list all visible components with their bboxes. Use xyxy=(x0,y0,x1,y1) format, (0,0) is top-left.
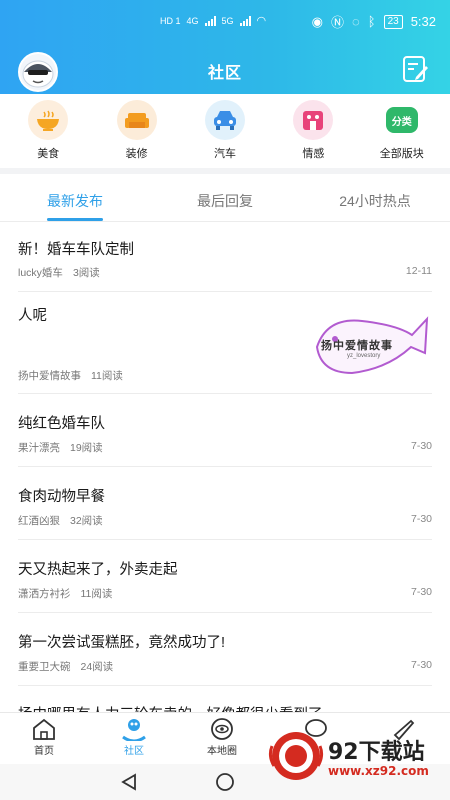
post-reads: 11阅读 xyxy=(91,370,123,382)
post-reads: 3阅读 xyxy=(72,267,100,279)
back-icon xyxy=(121,773,136,791)
home-circle-icon xyxy=(216,773,234,791)
status-bar: HD 1 4G 5G ◠ ◉ Ⓝ ◌ ᛒ 23 5:32 xyxy=(0,0,450,40)
post-thumbnail[interactable]: 扬中爱情故事 yz_lovestory xyxy=(307,307,432,387)
category-food[interactable]: 美食 xyxy=(8,94,88,168)
post-author: 扬中爱情故事 xyxy=(18,370,81,382)
nav-label: 本地圈 xyxy=(207,746,237,757)
car-icon xyxy=(204,100,245,140)
watermark-logo xyxy=(268,732,324,780)
post-list: 新！婚车车队定制 lucky婚车 3阅读 12-11 人呢 扬中爱情故事 11阅… xyxy=(0,222,450,712)
mute-icon: ◌ xyxy=(352,14,360,29)
post-title: 人呢 xyxy=(18,308,47,324)
network-tag-4g: 4G xyxy=(186,15,199,26)
post-date: 7-30 xyxy=(410,586,432,598)
category-label: 汽车 xyxy=(213,148,236,160)
post-title: 第一次尝试蛋糕胚，竟然成功了! xyxy=(18,635,226,651)
post-reads: 32阅读 xyxy=(70,515,103,527)
category-label: 装修 xyxy=(125,148,148,160)
clock: 5:32 xyxy=(410,14,436,29)
list-item[interactable]: 食肉动物早餐 红酒凶狠 32阅读 7-30 xyxy=(18,467,432,540)
post-reads: 24阅读 xyxy=(80,661,114,673)
post-title: 天又热起来了，外卖走起 xyxy=(18,562,178,578)
category-badge: 分类 xyxy=(385,107,418,133)
post-author: 红酒凶狠 xyxy=(18,515,60,527)
list-item[interactable]: 扬中哪里有人力三轮车卖的，好像都很少看到了 xyxy=(18,686,432,712)
post-meta: 果汁漂亮 19阅读 xyxy=(18,440,103,455)
post-reads: 19阅读 xyxy=(70,442,103,454)
status-left: HD 1 4G 5G ◠ xyxy=(160,14,266,27)
nfc-icon: Ⓝ xyxy=(331,15,345,30)
bowl-icon xyxy=(28,100,69,140)
eye-icon xyxy=(211,718,233,740)
signal-icon-2 xyxy=(239,15,251,26)
post-date: 12-11 xyxy=(405,265,432,277)
tab-last-reply[interactable]: 最后回复 xyxy=(150,174,300,221)
category-icon: 分类 xyxy=(381,100,422,140)
post-title: 纯红色婚车队 xyxy=(18,416,105,432)
watermark-url: www.xz92.com xyxy=(328,764,429,778)
top-bar: HD 1 4G 5G ◠ ◉ Ⓝ ◌ ᛒ 23 5:32 社区 xyxy=(0,0,450,94)
battery-icon: 23 xyxy=(383,14,403,29)
category-emotion[interactable]: 情感 xyxy=(273,94,353,168)
post-author: 果汁漂亮 xyxy=(18,442,60,454)
post-title: 扬中哪里有人力三轮车卖的，好像都很少看到了 xyxy=(18,703,323,712)
post-reads: 11阅读 xyxy=(80,588,113,600)
post-author: lucky婚车 xyxy=(18,267,63,279)
face-icon xyxy=(293,100,334,140)
post-meta: 红酒凶狠 32阅读 xyxy=(18,513,103,528)
post-title: 食肉动物早餐 xyxy=(18,489,105,505)
category-label: 全部版块 xyxy=(379,148,424,160)
nav-label: 首页 xyxy=(34,746,54,757)
home-icon xyxy=(33,718,55,740)
list-item[interactable]: 天又热起来了，外卖走起 潇洒方衬衫 11阅读 7-30 xyxy=(18,540,432,613)
list-item[interactable]: 第一次尝试蛋糕胚，竟然成功了! 重要卫大碗 24阅读 7-30 xyxy=(18,613,432,686)
category-label: 情感 xyxy=(302,148,325,160)
page-title: 社区 xyxy=(207,65,242,82)
category-label: 美食 xyxy=(37,148,60,160)
wifi-icon: ◠ xyxy=(256,15,267,27)
category-car[interactable]: 汽车 xyxy=(185,94,265,168)
bluetooth-icon: ᛒ xyxy=(367,14,376,29)
community-icon xyxy=(122,719,146,741)
list-item[interactable]: 新！婚车车队定制 lucky婚车 3阅读 12-11 xyxy=(18,222,432,292)
thumbnail-title: 扬中爱情故事 xyxy=(321,340,393,352)
tab-latest[interactable]: 最新发布 xyxy=(0,174,150,221)
status-right: ◉ Ⓝ ◌ ᛒ 23 5:32 xyxy=(312,12,436,31)
post-author: 重要卫大碗 xyxy=(18,661,71,673)
list-item[interactable]: 人呢 扬中爱情故事 11阅读 扬中爱情故事 yz_lovestory xyxy=(18,292,432,394)
sim1-tag: HD 1 xyxy=(160,15,181,26)
network-tag-5g: 5G xyxy=(221,15,234,26)
category-all[interactable]: 分类 全部版块 xyxy=(362,94,442,168)
category-row: 美食 装修 汽车 情感 分类 全部版块 xyxy=(0,94,450,168)
watermark-text: 92下载站 xyxy=(328,740,425,765)
watermark: 92下载站 www.xz92.com xyxy=(268,730,450,782)
nav-community[interactable]: 社区 xyxy=(104,717,164,757)
edit-icon xyxy=(403,56,428,82)
post-author: 潇洒方衬衫 xyxy=(18,588,71,600)
post-meta: 扬中爱情故事 11阅读 xyxy=(18,368,123,383)
thumbnail-subtitle: yz_lovestory xyxy=(347,353,381,359)
post-meta: lucky婚车 3阅读 xyxy=(18,265,100,280)
category-decoration[interactable]: 装修 xyxy=(97,94,177,168)
post-title: 新！婚车车队定制 xyxy=(18,242,134,258)
signal-icon xyxy=(204,15,216,26)
post-date: 7-30 xyxy=(410,440,432,452)
list-item[interactable]: 纯红色婚车队 果汁漂亮 19阅读 7-30 xyxy=(18,394,432,467)
compose-post-button[interactable] xyxy=(400,54,430,84)
tab-bar: 最新发布 最后回复 24小时热点 xyxy=(0,174,450,222)
post-date: 7-30 xyxy=(410,659,432,671)
nav-label: 社区 xyxy=(124,746,144,757)
post-meta: 重要卫大碗 24阅读 xyxy=(18,659,113,674)
post-meta: 潇洒方衬衫 11阅读 xyxy=(18,586,112,601)
eye-status-icon: ◉ xyxy=(311,13,323,29)
post-date: 7-30 xyxy=(410,513,432,525)
navbar: 社区 xyxy=(0,48,450,92)
tab-24h-hot[interactable]: 24小时热点 xyxy=(300,174,450,221)
sofa-icon xyxy=(116,100,157,140)
nav-home[interactable]: 首页 xyxy=(14,717,74,757)
nav-local[interactable]: 本地圈 xyxy=(192,717,252,757)
